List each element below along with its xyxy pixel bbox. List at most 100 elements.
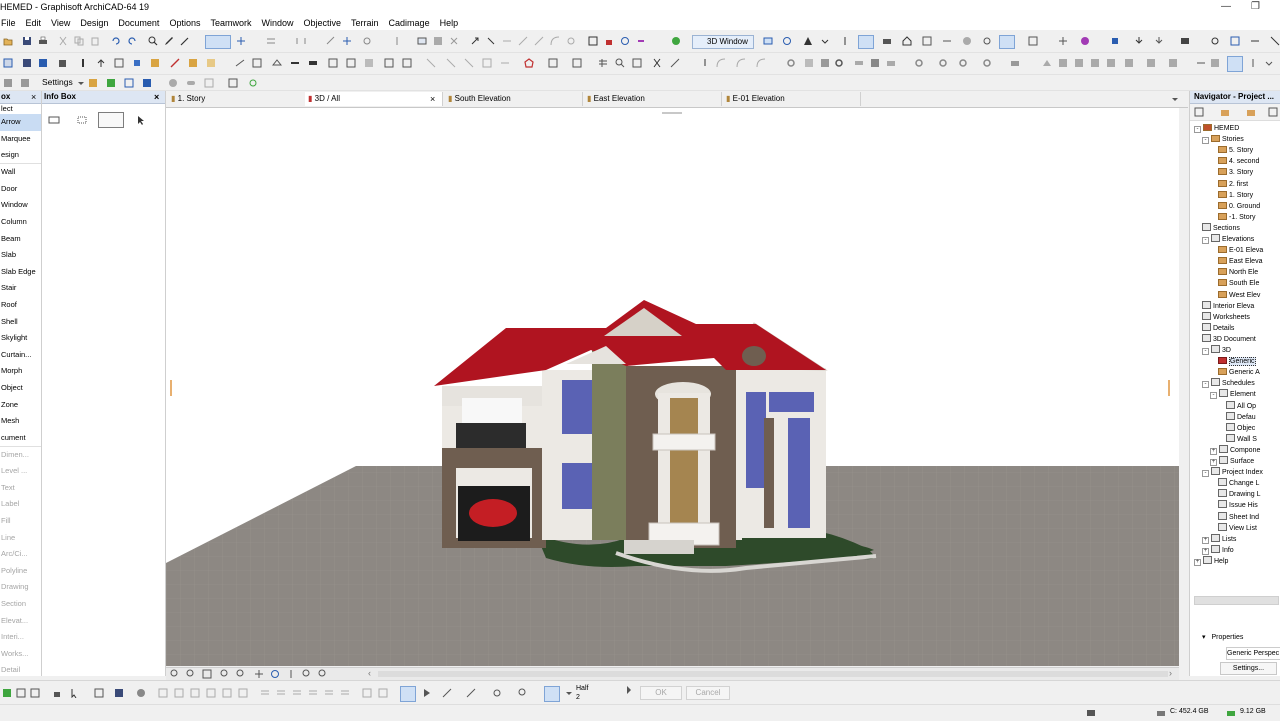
teamwork-icon[interactable] [1210, 36, 1220, 46]
tool-label[interactable]: Label [0, 496, 41, 513]
text-tool-icon[interactable] [1248, 58, 1258, 68]
mvo-icon[interactable] [106, 78, 116, 88]
trace-icon[interactable] [1028, 36, 1038, 46]
align-left-icon[interactable] [260, 688, 270, 698]
nav-item[interactable]: Generic A [1218, 367, 1260, 378]
tool-slab-edge[interactable]: Slab Edge [0, 264, 41, 281]
selected-tool-icon[interactable] [1227, 56, 1243, 72]
orbit-icon[interactable] [782, 36, 792, 46]
menu-teamwork[interactable]: Teamwork [205, 16, 256, 29]
guide-line-icon[interactable] [442, 688, 452, 698]
zoom-bottom-icon[interactable] [518, 688, 528, 698]
collapse-icon[interactable]: - [1202, 470, 1209, 478]
fillet-icon[interactable] [550, 36, 560, 46]
worksheet-icon[interactable] [328, 58, 338, 68]
polygon-icon[interactable] [524, 58, 534, 68]
explode-icon[interactable] [486, 36, 496, 46]
tool-arrow[interactable]: Arrow [0, 114, 41, 131]
tool-column[interactable]: Column [0, 214, 41, 231]
photo-icon[interactable] [1180, 36, 1190, 46]
tool-text[interactable]: Text [0, 480, 41, 497]
walk-icon[interactable] [840, 36, 850, 46]
lamp-icon[interactable] [1146, 58, 1156, 68]
slab-tool-icon[interactable] [886, 58, 896, 68]
duplicate-icon[interactable] [114, 58, 124, 68]
nav-item[interactable]: Objec [1226, 422, 1255, 434]
open-icon[interactable] [3, 36, 13, 46]
expand-icon[interactable]: + [1202, 536, 1209, 544]
nav-item[interactable]: Sections [1202, 222, 1240, 234]
navigate-icon[interactable] [803, 36, 813, 46]
redo-icon[interactable] [127, 36, 137, 46]
fit-window-icon[interactable] [202, 669, 212, 679]
distribute-icon[interactable] [296, 36, 306, 46]
scroll-left-icon[interactable]: ‹ [368, 668, 371, 678]
hook-icon[interactable] [700, 58, 710, 68]
horizontal-scrollbar[interactable] [378, 671, 1168, 677]
upload-icon[interactable] [96, 58, 106, 68]
save-icon[interactable] [22, 36, 32, 46]
shell-tool-icon[interactable] [1058, 58, 1068, 68]
perpendicular-icon[interactable] [466, 688, 476, 698]
nav-item[interactable]: East Eleva [1218, 256, 1262, 267]
menu-help[interactable]: Help [435, 16, 464, 29]
tab-list-icon[interactable] [1170, 94, 1180, 104]
scissors-icon[interactable] [652, 58, 662, 68]
arrow-down-icon[interactable] [820, 36, 830, 46]
camera-delete-icon[interactable] [238, 688, 248, 698]
tab-close-icon[interactable]: × [430, 92, 435, 106]
cancel-button[interactable]: Cancel [686, 686, 730, 700]
collapse-icon[interactable]: - [1202, 237, 1209, 244]
shadow-icon[interactable] [962, 36, 972, 46]
record-icon[interactable] [136, 688, 146, 698]
nav-item[interactable]: Generic [1218, 356, 1256, 367]
preview-icon[interactable] [632, 58, 642, 68]
label-tool-icon[interactable] [1210, 58, 1220, 68]
tool-dimen[interactable]: Dimen... [0, 447, 41, 464]
quick-select-icon[interactable] [30, 688, 40, 698]
nav-item[interactable]: Issue His [1218, 500, 1258, 511]
collapse-icon[interactable]: - [1210, 392, 1217, 400]
tool-stair[interactable]: Stair [0, 280, 41, 297]
pan-icon[interactable] [254, 669, 264, 679]
table-icon[interactable] [598, 58, 608, 68]
settings-dropdown[interactable]: Settings [42, 77, 73, 87]
schedule-icon[interactable] [364, 58, 374, 68]
magic-wand-bottom-icon[interactable] [492, 688, 502, 698]
cursor-snap-icon[interactable] [70, 688, 80, 698]
tab-e01-elevation[interactable]: ▮ E-01 Elevation [723, 92, 861, 106]
tool-marquee[interactable]: Marquee [0, 131, 41, 148]
layer-settings-icon[interactable] [3, 78, 13, 88]
align-bottom-icon[interactable] [324, 688, 334, 698]
resize-icon[interactable] [464, 58, 474, 68]
tab-south-elevation[interactable]: ▮ South Elevation [445, 92, 583, 106]
explore-view-icon[interactable] [286, 669, 296, 679]
tool-object[interactable]: Object [0, 380, 41, 397]
menu-document[interactable]: Document [113, 16, 164, 29]
search-icon[interactable] [615, 58, 625, 68]
zoom-out-view-icon[interactable] [186, 669, 196, 679]
grid-icon[interactable] [150, 58, 160, 68]
grid-tool-icon[interactable] [572, 58, 582, 68]
menu-file[interactable]: File [0, 16, 21, 29]
tool-mesh[interactable]: Mesh [0, 413, 41, 430]
tab-east-elevation[interactable]: ▮ East Elevation [584, 92, 722, 106]
gear-3-icon[interactable] [938, 58, 948, 68]
tool-arc-ci[interactable]: Arc/Ci... [0, 546, 41, 563]
dim-tool-icon[interactable] [1196, 58, 1206, 68]
nav-item[interactable]: All Op [1226, 400, 1256, 412]
nav-item[interactable]: Defau [1226, 411, 1256, 423]
collapse-icon[interactable]: - [1202, 381, 1209, 389]
zoom-next-icon[interactable] [236, 669, 246, 679]
quick-layer-icon[interactable] [16, 688, 26, 698]
publish-icon[interactable] [1134, 36, 1144, 46]
collapse-icon[interactable]: - [1194, 126, 1201, 133]
arc-2-icon[interactable] [756, 58, 766, 68]
stair-tool-icon[interactable] [1124, 58, 1134, 68]
nav-item[interactable]: - Project Index [1202, 467, 1263, 478]
curve-icon[interactable] [716, 58, 726, 68]
section-icon[interactable] [942, 36, 952, 46]
perspective-icon[interactable] [235, 58, 245, 68]
list-icon[interactable] [402, 58, 412, 68]
marker-icon[interactable] [1110, 36, 1120, 46]
